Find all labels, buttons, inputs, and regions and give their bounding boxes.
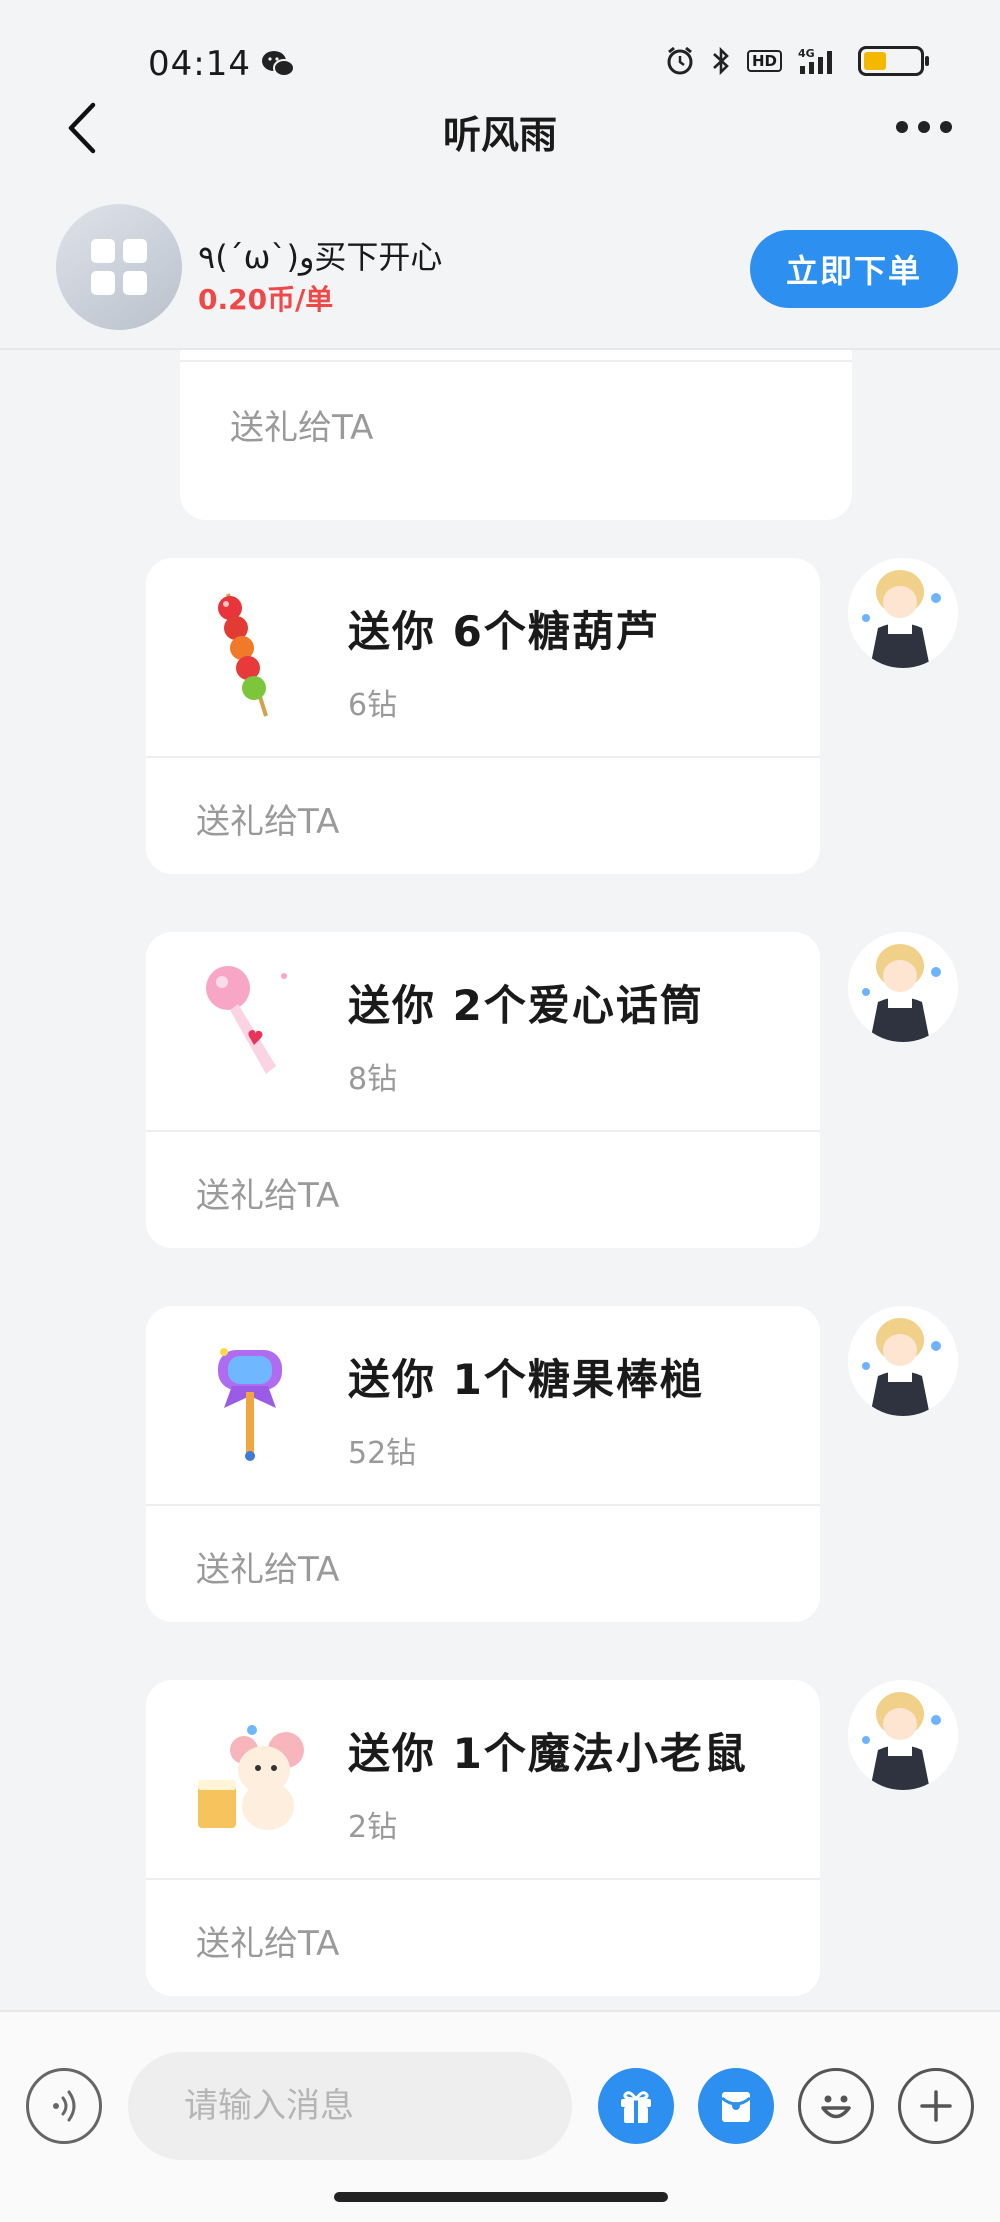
more-dot [940,121,952,133]
gift-info: 送你 6个糖葫芦 6钻 [146,558,820,756]
user-avatar[interactable] [848,1306,958,1416]
user-avatar[interactable] [848,1680,958,1790]
card-divider [180,360,852,362]
more-dot [896,121,908,133]
gift-title: 送你 1个糖果棒槌 [348,1355,704,1404]
gift-info: 送你 1个糖果棒槌 52钻 [146,1306,820,1504]
gift-title: 送你 2个爱心话筒 [348,981,704,1030]
chat-page: 04:14 HD 4G 听风雨 ٩(ˊωˋ)و买下开心 0.20币/单 立即下单… [0,0,1000,2222]
chat-message: 送你 1个魔法小老鼠 2钻 送礼给TA [0,1680,1000,2000]
card-divider [146,1130,820,1132]
card-divider [146,1878,820,1880]
chat-message: 送你 6个糖葫芦 6钻 送礼给TA [0,558,1000,878]
nav-bar: 听风雨 [0,92,1000,162]
candy-mallet-icon [218,1348,282,1461]
gift-title: 送你 1个魔法小老鼠 [348,1729,748,1778]
gift-info: 送你 2个爱心话筒 8钻 [146,932,820,1130]
home-indicator [334,2192,668,2202]
more-actions-button[interactable] [898,2068,974,2144]
more-dot [918,121,930,133]
status-icons: HD 4G [665,46,929,76]
hd-badge: HD [746,50,782,72]
voice-button[interactable] [26,2068,102,2144]
status-time: 04:14 [148,44,251,84]
send-gift-link[interactable]: 送礼给TA [196,1542,339,1591]
gift-title: 送你 6个糖葫芦 [348,607,660,656]
send-gift-link[interactable]: 送礼给TA [196,794,339,843]
gift-price: 2钻 [348,1810,398,1845]
chat-message: 送你 2个爱心话筒 8钻 送礼给TA [0,932,1000,1252]
envelope-icon [721,2092,751,2122]
message-input[interactable] [128,2052,572,2160]
wechat-icon [262,51,295,77]
send-gift-link[interactable]: 送礼给TA [196,1168,339,1217]
page-title: 听风雨 [442,113,557,157]
gift-message-card[interactable]: 送你 6个糖葫芦 6钻 送礼给TA [146,558,820,874]
bluetooth-icon [713,46,729,76]
alarm-icon [667,46,693,75]
magic-mouse-icon [198,1725,304,1830]
network-label: 4G [798,47,815,60]
user-avatar[interactable] [848,932,958,1042]
heart-microphone-icon [206,966,287,1074]
user-avatar[interactable] [848,558,958,668]
voice-icon [53,2090,76,2122]
chat-message: 送你 1个糖果棒槌 52钻 送礼给TA [0,1306,1000,1626]
order-now-button[interactable]: 立即下单 [750,230,958,308]
more-button[interactable] [884,102,964,152]
service-name: ٩(ˊωˋ)و买下开心 [198,238,443,276]
service-bar: ٩(ˊωˋ)و买下开心 0.20币/单 立即下单 [0,196,1000,346]
smiley-icon [821,2095,851,2119]
service-price: 0.20币/单 [198,283,334,316]
gift-message-card[interactable]: 送你 2个爱心话筒 8钻 送礼给TA [146,932,820,1248]
gift-price: 8钻 [348,1062,398,1097]
service-avatar[interactable] [56,204,182,330]
send-gift-link[interactable]: 送礼给TA [230,400,373,449]
input-bar [0,2010,1000,2222]
gift-message-card[interactable]: 送你 1个魔法小老鼠 2钻 送礼给TA [146,1680,820,1996]
card-divider [146,756,820,758]
send-gift-link[interactable]: 送礼给TA [196,1916,339,1965]
gift-price: 52钻 [348,1436,417,1471]
gift-info: 送你 1个魔法小老鼠 2钻 [146,1680,820,1878]
gift-message-card[interactable]: 送你 1个糖果棒槌 52钻 送礼给TA [146,1306,820,1622]
emoji-button[interactable] [798,2068,874,2144]
gift-button[interactable] [598,2068,674,2144]
header-area: 04:14 HD 4G 听风雨 ٩(ˊωˋ)و买下开心 0.20币/单 立即下单 [0,0,1000,350]
status-bar: 04:14 HD 4G [0,36,1000,96]
chat-list[interactable]: 送礼给TA 送你 6个糖葫芦 6钻 送礼给TA 送你 2个爱心话筒 8钻 送礼给… [0,350,1000,2010]
gift-message-card: 送礼给TA [180,350,852,520]
signal-icon: 4G [798,47,832,74]
candied-haws-icon [218,593,268,717]
apps-grid-icon [91,239,147,295]
card-divider [146,1504,820,1506]
battery-icon [858,46,929,76]
gift-price: 6钻 [348,688,398,723]
plus-icon [920,2090,952,2122]
red-packet-button[interactable] [698,2068,774,2144]
gift-icon [621,2091,651,2123]
